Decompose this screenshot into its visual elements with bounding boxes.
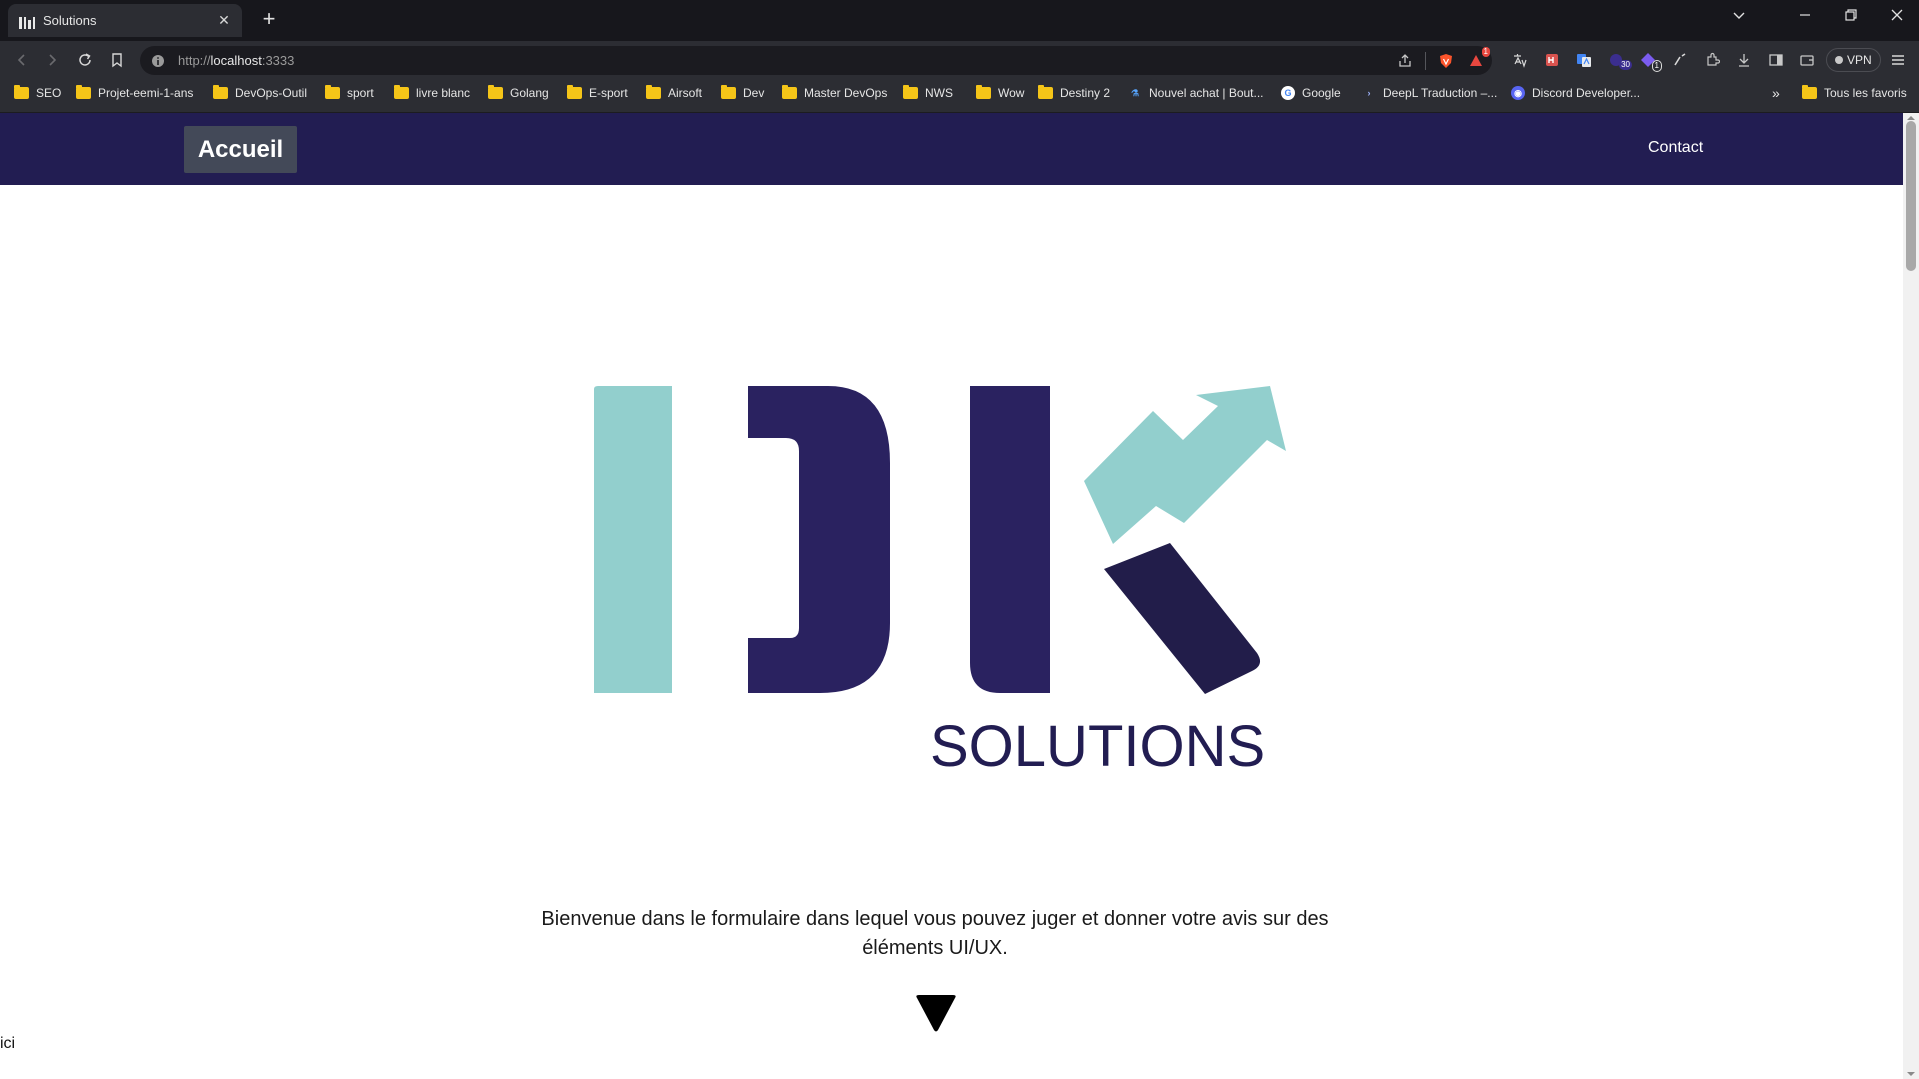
contact-link[interactable]: Contact (1648, 139, 1703, 157)
brave-rewards-icon[interactable]: 1 (1466, 46, 1490, 71)
bookmarks-bar: SEO Projet-eemi-1-ans DevOps-Outil sport… (0, 79, 1919, 113)
folder-icon (976, 85, 991, 99)
bookmark-item[interactable]: ◉ Discord Developer... (1511, 79, 1640, 107)
reload-icon[interactable] (75, 50, 95, 70)
bookmark-item[interactable]: Wow (976, 79, 1024, 107)
share-icon[interactable] (1395, 51, 1415, 71)
folder-icon (646, 85, 661, 99)
page-viewport: Accueil Contact SOLUTIONS Bienvenue dans… (0, 113, 1903, 1079)
minimize-icon[interactable] (1782, 0, 1828, 30)
scroll-down-arrow-icon[interactable] (915, 995, 957, 1033)
folder-icon (14, 85, 29, 99)
browser-toolbar: http://localhost:3333 1 30 1 VPN (0, 41, 1919, 79)
scroll-up-icon[interactable] (1907, 116, 1915, 120)
folder-icon (394, 85, 409, 99)
bookmark-icon[interactable] (107, 50, 127, 70)
translate-ext-icon[interactable] (1510, 50, 1530, 70)
vpn-button[interactable]: VPN (1826, 48, 1881, 72)
folder-icon (325, 85, 340, 99)
new-tab-button[interactable]: + (256, 7, 282, 31)
folder-icon (1038, 85, 1053, 99)
download-icon[interactable] (1734, 50, 1754, 70)
home-button[interactable]: Accueil (184, 126, 297, 173)
sidebar-icon[interactable] (1766, 50, 1786, 70)
url-text: http://localhost:3333 (178, 53, 295, 68)
page-scrollbar[interactable] (1903, 113, 1919, 1079)
bookmark-item[interactable]: Golang (488, 79, 549, 107)
bookmark-item[interactable]: G Google (1281, 79, 1341, 107)
deepl-icon: › (1367, 88, 1371, 98)
google-translate-icon[interactable] (1574, 50, 1594, 70)
folder-icon (567, 85, 582, 99)
wallet-icon[interactable] (1797, 50, 1817, 70)
scroll-down-icon[interactable] (1907, 1072, 1915, 1076)
address-bar[interactable]: http://localhost:3333 1 (140, 46, 1492, 75)
browser-tab[interactable]: Solutions ✕ (8, 4, 242, 37)
intro-text: Bienvenue dans le formulaire dans lequel… (541, 908, 1329, 959)
folder-icon (76, 85, 91, 99)
bookmark-item[interactable]: Dev (721, 79, 764, 107)
discord-icon: ◉ (1511, 86, 1525, 100)
vpn-status-icon (1835, 56, 1843, 64)
folder-icon (903, 85, 918, 99)
bookmark-item[interactable]: SEO (14, 79, 61, 107)
wand-ext-icon[interactable] (1670, 50, 1690, 70)
all-bookmarks-item[interactable]: Tous les favoris (1802, 79, 1907, 107)
folder-icon (782, 85, 797, 99)
notes-ext-icon[interactable]: 1 (1638, 50, 1662, 72)
red-ext-icon[interactable] (1542, 50, 1562, 70)
bookmark-item[interactable]: livre blanc (394, 79, 470, 107)
scroll-thumb[interactable] (1906, 121, 1916, 271)
restore-icon[interactable] (1828, 0, 1874, 30)
bookmark-item[interactable]: DevOps-Outil (213, 79, 307, 107)
tab-close-icon[interactable]: ✕ (214, 12, 234, 29)
bookmarks-overflow-icon[interactable]: » (1772, 79, 1780, 107)
logo-wordmark: SOLUTIONS (930, 714, 1266, 779)
close-window-icon[interactable] (1874, 0, 1919, 30)
bookmark-item[interactable]: › DeepL Traduction –... (1362, 79, 1498, 107)
brave-shields-icon[interactable] (1436, 51, 1456, 71)
forward-icon[interactable] (42, 50, 62, 70)
tab-search-icon[interactable] (1716, 0, 1762, 30)
folder-icon (721, 85, 736, 99)
extensions-icon[interactable] (1702, 50, 1722, 70)
bookmark-item[interactable]: Airsoft (646, 79, 702, 107)
site-favicon-icon (19, 13, 35, 29)
back-icon[interactable] (12, 50, 32, 70)
bookmark-item[interactable]: Destiny 2 (1038, 79, 1110, 107)
google-icon: G (1281, 86, 1295, 100)
bookmark-item[interactable]: E-sport (567, 79, 628, 107)
bookmark-item[interactable]: Master DevOps (782, 79, 887, 107)
calendar-ext-icon[interactable]: 30 (1606, 50, 1632, 70)
folder-icon (213, 85, 228, 99)
folder-icon (488, 85, 503, 99)
site-info-icon[interactable] (150, 53, 166, 69)
flask-icon: ⚗ (1130, 87, 1140, 98)
bookmark-item[interactable]: sport (325, 79, 374, 107)
browser-tab-strip: Solutions ✕ + (0, 0, 1919, 41)
folder-icon (1802, 85, 1817, 99)
site-navbar: Accueil Contact (0, 113, 1903, 185)
bookmark-item[interactable]: ⚗ Nouvel achat | Bout... (1128, 79, 1264, 107)
tab-title: Solutions (43, 13, 97, 28)
stray-text: ici (0, 1035, 16, 1052)
menu-icon[interactable] (1888, 50, 1908, 70)
bookmark-item[interactable]: Projet-eemi-1-ans (76, 79, 193, 107)
bookmark-item[interactable]: NWS (903, 79, 953, 107)
